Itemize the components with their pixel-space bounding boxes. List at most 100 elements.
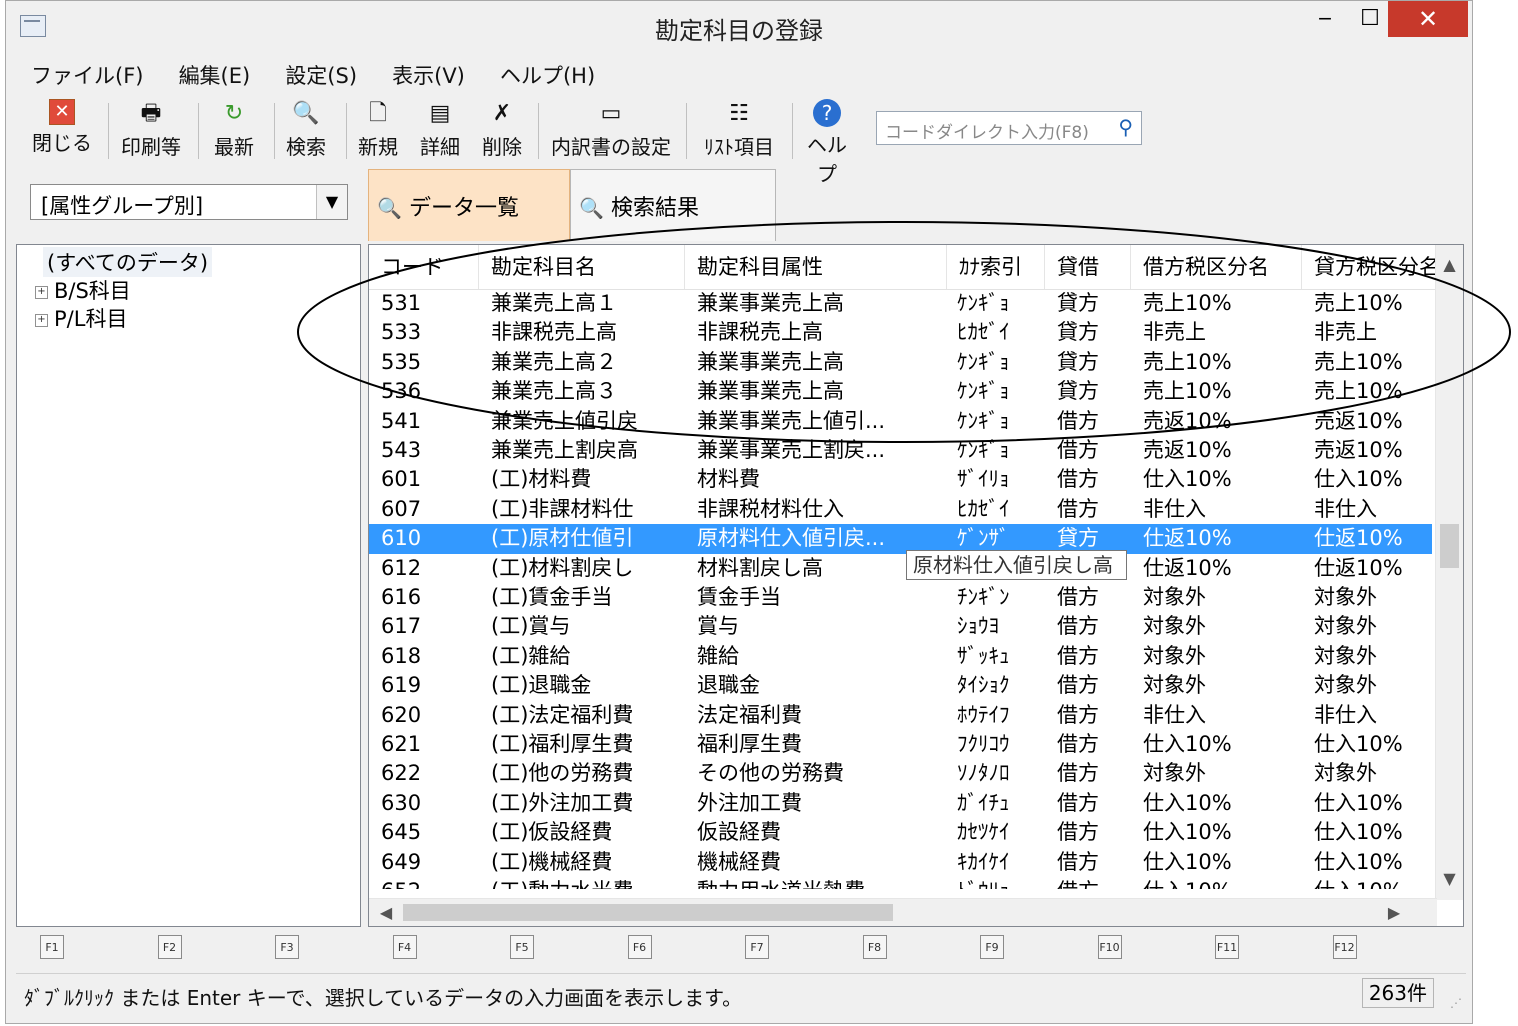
- cell-code: 622: [381, 761, 422, 786]
- cell-account-name: (工)動力水光費: [491, 877, 691, 889]
- fkey-f3[interactable]: F3: [275, 935, 299, 959]
- menu-edit[interactable]: 編集(E): [164, 57, 266, 93]
- fkey-f10[interactable]: F10: [1097, 935, 1122, 959]
- table-row[interactable]: 622 (工)他の労務費 その他の労務費 ｿﾉﾀﾉﾛ 借方 対象外 対象外: [369, 759, 1432, 788]
- column-header-account-attribute[interactable]: 勘定科目属性: [685, 245, 947, 289]
- group-select[interactable]: [属性グループ別] ▼: [30, 184, 348, 220]
- help-button[interactable]: ? ヘルプ: [798, 99, 856, 186]
- list-items-button[interactable]: ☷ ﾘｽﾄ項目: [694, 99, 784, 163]
- close-label: 閉じる: [32, 131, 92, 155]
- table-row[interactable]: 531 兼業売上高１ 兼業事業売上高 ｹﾝｷﾞｮ 貸方 売上10% 売上10%: [369, 289, 1432, 318]
- cell-account-name: (工)賃金手当: [491, 585, 613, 609]
- cell-account-attribute: 賞与: [697, 614, 739, 639]
- expand-icon[interactable]: +: [35, 313, 48, 327]
- column-header-code[interactable]: コード: [369, 245, 479, 289]
- fkey-f4[interactable]: F4: [392, 935, 417, 959]
- tree-node-bs[interactable]: + B/S科目: [35, 275, 131, 305]
- tree-node-all[interactable]: (すべてのデータ): [43, 247, 213, 277]
- vertical-scrollbar[interactable]: ▲ ▼: [1435, 245, 1463, 900]
- toolbar-separator: [686, 103, 687, 159]
- fkey-f7[interactable]: F7: [745, 935, 769, 959]
- cell-account-attribute: 仮設経費: [697, 820, 781, 845]
- tab-search-results[interactable]: 🔍 検索結果: [570, 169, 776, 241]
- maximize-button[interactable]: ☐: [1346, 1, 1394, 37]
- code-direct-input[interactable]: コードダイレクト入力(F8) ⚲: [876, 111, 1142, 145]
- cell-account-name: 兼業売上高３: [491, 379, 617, 404]
- table-row[interactable]: 610 (工)原材仕値引 原材料仕入値引戻... ｹﾞﾝｻﾞ 貸方 仕返10% 仕返10%: [369, 524, 1432, 554]
- table-row[interactable]: 601 (工)材料費 材料費 ｻﾞｲﾘｮ 借方 仕入10% 仕入10%: [369, 465, 1432, 494]
- scroll-down-icon[interactable]: ▼: [1436, 865, 1463, 893]
- fkey-f5[interactable]: F5: [510, 935, 534, 959]
- cell-credit-tax: 売上10%: [1314, 349, 1403, 374]
- fkey-f12[interactable]: F12: [1332, 935, 1357, 959]
- table-row[interactable]: 535 兼業売上高２ 兼業事業売上高 ｹﾝｷﾞｮ 貸方 売上10% 売上10%: [369, 348, 1432, 377]
- table-row[interactable]: 630 (工)外注加工費 外注加工費 ｶﾞｲﾁｭ 借方 仕入10% 仕入10%: [369, 789, 1432, 818]
- menu-settings[interactable]: 設定(S): [270, 57, 372, 93]
- table-row[interactable]: 616 (工)賃金手当 賃金手当 ﾁﾝｷﾞﾝ 借方 対象外 対象外: [369, 583, 1432, 612]
- column-header-kana-index[interactable]: ｶﾅ索引: [947, 245, 1045, 289]
- scroll-right-icon[interactable]: ▶: [1381, 899, 1407, 926]
- cell-kana-index: ﾌｸﾘｺｳ: [957, 732, 1010, 756]
- cell-debit-tax: 仕入10%: [1143, 849, 1232, 874]
- expand-icon[interactable]: +: [35, 285, 48, 299]
- minimize-button[interactable]: ‒: [1301, 1, 1349, 37]
- fkey-f11[interactable]: F11: [1215, 935, 1239, 959]
- fkey-f9[interactable]: F9: [980, 935, 1004, 959]
- fkey-f1[interactable]: F1: [40, 935, 64, 959]
- column-header-debit-credit[interactable]: 貸借: [1045, 245, 1131, 289]
- chevron-down-icon[interactable]: ▼: [316, 185, 347, 219]
- table-row[interactable]: 645 (工)仮設経費 仮設経費 ｶｾﾂｹｲ 借方 仕入10% 仕入10%: [369, 818, 1432, 847]
- print-button[interactable]: 🖶 印刷等: [118, 99, 184, 163]
- delete-button[interactable]: ✗ 削除: [476, 99, 528, 163]
- menu-view[interactable]: 表示(V): [377, 57, 480, 93]
- fkey-f8[interactable]: F8: [862, 935, 887, 959]
- table-row[interactable]: 541 兼業売上値引戻 兼業事業売上値引... ｹﾝｷﾞｮ 借方 売返10% 売返10%: [369, 407, 1432, 436]
- search-button[interactable]: 🔍 検索: [280, 99, 332, 163]
- cell-debit-credit: 借方: [1057, 761, 1099, 786]
- cell-debit-credit: 借方: [1057, 732, 1099, 756]
- cell-debit-credit: 貸方: [1057, 291, 1099, 315]
- table-row[interactable]: 621 (工)福利厚生費 福利厚生費 ﾌｸﾘｺｳ 借方 仕入10% 仕入10%: [369, 730, 1432, 759]
- menu-file[interactable]: ファイル(F): [16, 57, 158, 93]
- column-header-debit-tax[interactable]: 借方税区分名: [1131, 245, 1302, 289]
- table-row[interactable]: 619 (工)退職金 退職金 ﾀｲｼｮｸ 借方 対象外 対象外: [369, 671, 1432, 700]
- cell-debit-credit: 借方: [1057, 877, 1137, 889]
- table-row[interactable]: 543 兼業売上割戻高 兼業事業売上割戻... ｹﾝｷﾞｮ 借方 売返10% 売返10%: [369, 436, 1432, 465]
- vertical-scroll-thumb[interactable]: [1440, 524, 1459, 568]
- horizontal-scroll-thumb[interactable]: [403, 904, 893, 921]
- cell-account-name: (工)外注加工費: [491, 790, 634, 815]
- tree-node-pl-label: P/L科目: [54, 307, 128, 331]
- fkey-f2[interactable]: F2: [157, 935, 182, 959]
- new-button[interactable]: 🗋 新規: [352, 99, 404, 163]
- table-row[interactable]: 533 非課税売上高 非課税売上高 ﾋｶｾﾞｲ 貸方 非売上 非売上: [369, 318, 1432, 347]
- scroll-left-icon[interactable]: ◀: [373, 899, 399, 926]
- table-row[interactable]: 536 兼業売上高３ 兼業事業売上高 ｹﾝｷﾞｮ 貸方 売上10% 売上10%: [369, 377, 1432, 406]
- tree-node-pl[interactable]: + P/L科目: [35, 303, 127, 333]
- breakdown-settings-button[interactable]: ▭ 内訳書の設定: [546, 99, 676, 163]
- cell-account-attribute: 兼業事業売上値引...: [697, 408, 886, 433]
- column-header-account-name[interactable]: 勘定科目名: [479, 245, 685, 289]
- table-row[interactable]: 617 (工)賞与 賞与 ｼｮｳﾖ 借方 対象外 対象外: [369, 612, 1432, 641]
- resize-grip-icon[interactable]: ⋰: [1450, 996, 1462, 1010]
- table-row[interactable]: 607 (工)非課材料仕 非課税材料仕入 ﾋｶｾﾞｲ 借方 非仕入 非仕入: [369, 495, 1432, 524]
- menu-help[interactable]: ヘルプ(H): [485, 57, 610, 93]
- cell-debit-credit: 貸方: [1057, 526, 1099, 551]
- cell-debit-tax: 仕入10%: [1143, 732, 1232, 756]
- table-row[interactable]: 649 (工)機械経費 機械経費 ｷｶｲｹｲ 借方 仕入10% 仕入10%: [369, 848, 1432, 877]
- refresh-button[interactable]: ↻ 最新: [208, 99, 260, 163]
- table-row[interactable]: 620 (工)法定福利費 法定福利費 ﾎｳﾃｲﾌ 借方 非仕入 非仕入: [369, 701, 1432, 730]
- column-header-credit-tax[interactable]: 貸方税区分名: [1302, 245, 1439, 289]
- scroll-up-icon[interactable]: ▲: [1436, 251, 1463, 279]
- table-row[interactable]: 652(工)動力水光費動力用水道光熱費ﾄﾞｳﾘｮ借方仕入10%仕入10%: [369, 877, 1432, 889]
- horizontal-scrollbar[interactable]: ◀ ▶: [369, 898, 1437, 926]
- cell-debit-tax: 対象外: [1143, 643, 1206, 668]
- detail-button[interactable]: ▤ 詳細: [414, 99, 466, 163]
- table-row[interactable]: 612(工)材料割戻し材料割戻し高ｻﾞｲﾘｮ貸方仕返10%仕返10%: [369, 554, 1432, 583]
- tab-data-list[interactable]: 🔍 データ一覧: [368, 169, 570, 241]
- close-button[interactable]: ✕ 閉じる: [32, 99, 92, 163]
- fkey-f6[interactable]: F6: [627, 935, 652, 959]
- search-icon[interactable]: ⚲: [1118, 115, 1133, 139]
- help-icon: ?: [813, 99, 841, 127]
- close-window-button[interactable]: ✕: [1388, 1, 1468, 37]
- table-row[interactable]: 618 (工)雑給 雑給 ｻﾞｯｷｭ 借方 対象外 対象外: [369, 642, 1432, 671]
